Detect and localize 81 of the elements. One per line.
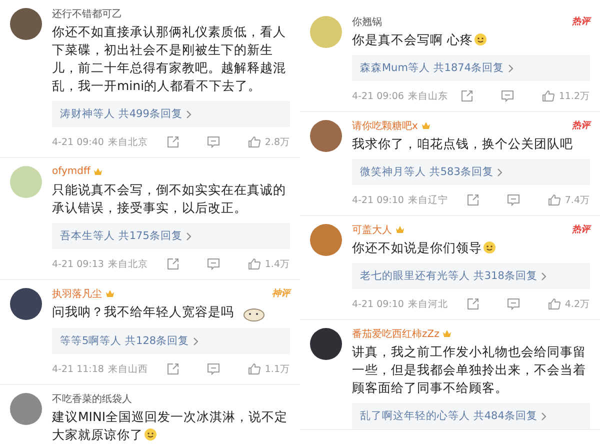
like-icon[interactable] bbox=[542, 90, 555, 102]
chevron-right-icon bbox=[186, 232, 192, 240]
comment-text: 讲真，我之前工作发小礼物也会给同事留一些，但是我都会单独拎出来，不会当着顾客面给了同事不给顾客。 bbox=[352, 343, 587, 397]
like-count: 4.2万 bbox=[564, 298, 590, 310]
replies-link[interactable]: 微笑神月等人 共583条回复 bbox=[352, 159, 590, 185]
comment-tag: 热评 bbox=[572, 223, 590, 236]
share-icon[interactable] bbox=[166, 136, 179, 148]
comment-text: 你还不如说是你们领导 bbox=[352, 239, 590, 257]
replies-link[interactable]: 老七的眼里还有光等人 共318条回复 bbox=[352, 263, 590, 289]
avatar[interactable] bbox=[310, 328, 342, 360]
comment-tag: 神评 bbox=[272, 287, 290, 300]
user-name[interactable]: 还行不错都可乙 bbox=[52, 6, 122, 20]
comment-location: 来自北京 bbox=[108, 136, 148, 148]
comment-icon[interactable] bbox=[506, 194, 520, 206]
comment-tag: 热评 bbox=[572, 119, 590, 132]
user-name[interactable]: 番茄爱吃西红柿zZz bbox=[352, 326, 440, 340]
smiley-icon bbox=[483, 241, 496, 254]
like-icon[interactable] bbox=[248, 363, 261, 375]
comment-time: 4-21 09:06 bbox=[352, 90, 404, 102]
replies-link[interactable]: 森森Mum等人 共1874条回复 bbox=[352, 55, 590, 81]
share-icon[interactable] bbox=[166, 258, 179, 270]
user-name[interactable]: 可盖大人 bbox=[352, 222, 392, 236]
comment-text: 只能说真不会写，倒不如实实在在真诚的承认错误，接受事实，以后改正。 bbox=[52, 181, 287, 217]
chevron-right-icon bbox=[541, 272, 548, 280]
share-icon[interactable] bbox=[166, 363, 179, 375]
comment-location: 来自山东 bbox=[408, 90, 448, 102]
like-icon[interactable] bbox=[248, 136, 261, 148]
replies-link[interactable]: 涛财神等人 共499条回复 bbox=[52, 101, 290, 127]
like-icon[interactable] bbox=[548, 298, 561, 310]
comment-icon[interactable] bbox=[500, 90, 514, 102]
chevron-right-icon bbox=[497, 168, 504, 176]
chevron-right-icon bbox=[193, 336, 200, 346]
avatar[interactable] bbox=[10, 288, 42, 320]
comment-location: 来自辽宁 bbox=[408, 194, 448, 206]
comment-time: 4-21 09:13 bbox=[52, 258, 104, 270]
user-name[interactable]: ofymdff bbox=[52, 166, 90, 177]
chevron-right-icon bbox=[508, 64, 514, 72]
chevron-right-icon bbox=[541, 412, 548, 420]
comment-text: 你还不如直接承认那俩礼仪素质低，看人下菜碟，初出社会不是刚被生下的新生儿，前二十年总得有家教吧。越解释越混乱，我一开mini的人都看不下去了。 bbox=[52, 23, 287, 95]
share-icon[interactable] bbox=[466, 298, 479, 310]
smiley-icon bbox=[474, 33, 487, 46]
chevron-right-icon bbox=[186, 110, 192, 118]
comment-icon[interactable] bbox=[206, 363, 220, 375]
crown-icon bbox=[105, 289, 115, 298]
comment-time: 4-21 09:40 bbox=[52, 136, 104, 148]
like-count: 2.8万 bbox=[264, 136, 290, 148]
share-icon[interactable] bbox=[460, 90, 473, 102]
comment-text: 你是真不会写啊 心疼 bbox=[352, 31, 590, 49]
comment-icon[interactable] bbox=[506, 298, 520, 310]
user-name[interactable]: 请你吃颗糖吧x bbox=[352, 118, 418, 132]
replies-link[interactable]: 吾本生等人 共175条回复 bbox=[52, 223, 290, 249]
user-name[interactable]: 不吃香菜的纸袋人 bbox=[52, 392, 132, 406]
comment-location: 来自山西 bbox=[108, 362, 148, 376]
comment-location: 来自北京 bbox=[108, 258, 148, 270]
replies-link[interactable]: 乱了啊这年轻的心等人 共484条回复 bbox=[352, 403, 590, 429]
replies-link[interactable]: 等等5啊等人 共128条回复 bbox=[52, 328, 290, 354]
crown-icon bbox=[442, 329, 452, 338]
comment-time: 4-21 09:10 bbox=[352, 298, 404, 310]
crown-icon bbox=[420, 121, 431, 130]
comment-tag: 热评 bbox=[572, 15, 590, 28]
comment-time: 4-21 11:18 bbox=[52, 364, 104, 374]
like-count: 1.4万 bbox=[264, 258, 290, 270]
crown-icon bbox=[395, 225, 405, 234]
avatar[interactable] bbox=[10, 8, 42, 40]
user-name[interactable]: 执羽落凡尘 bbox=[52, 286, 102, 300]
like-icon[interactable] bbox=[548, 194, 561, 206]
comment-text: 问我呐？我不给年轻人宽容是吗 bbox=[52, 303, 290, 322]
comment-time: 4-21 09:10 bbox=[352, 194, 404, 206]
comment-location: 来自河北 bbox=[408, 298, 448, 310]
like-icon[interactable] bbox=[248, 258, 261, 270]
crown-icon bbox=[93, 167, 104, 176]
share-icon[interactable] bbox=[466, 194, 479, 206]
user-name[interactable]: 你翘锅 bbox=[352, 14, 382, 28]
comment-text: 建议MINI全国巡回发一次冰淇淋，说不定大家就原谅你了 bbox=[52, 408, 289, 444]
like-count: 7.4万 bbox=[564, 194, 590, 206]
like-count: 1.1万 bbox=[264, 362, 290, 376]
comment-text: 我求你了，咱花点钱，换个公关团队吧 bbox=[352, 135, 574, 153]
comment-icon[interactable] bbox=[206, 258, 220, 270]
smiley-icon bbox=[144, 428, 157, 441]
comment-icon[interactable] bbox=[206, 136, 220, 148]
like-count: 11.2万 bbox=[558, 90, 590, 102]
